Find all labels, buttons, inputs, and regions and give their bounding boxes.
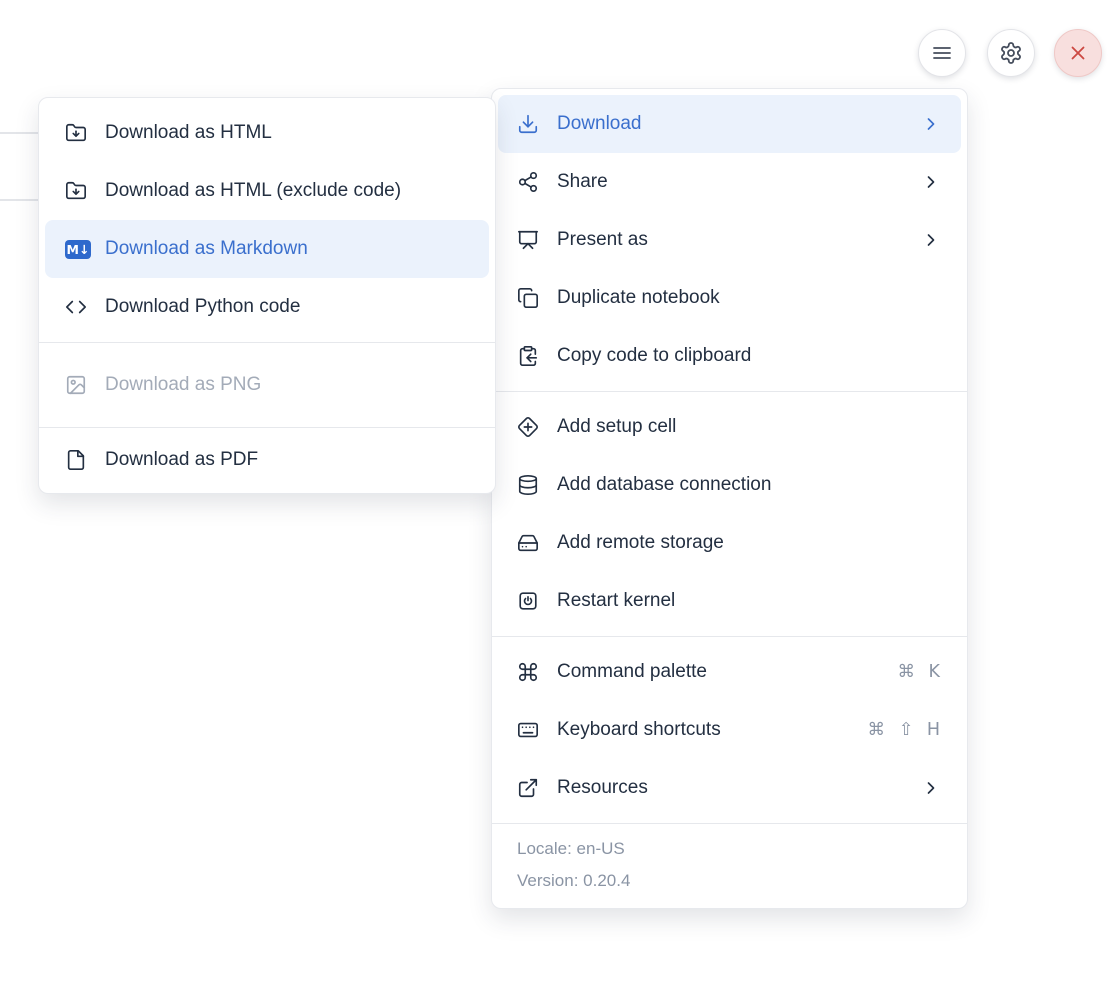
- menu-item-download-as-markdown[interactable]: M↓ Download as Markdown: [45, 220, 489, 278]
- version-text: Version: 0.20.4: [517, 865, 967, 897]
- menu-item-download-python-code[interactable]: Download Python code: [45, 278, 489, 336]
- menu-item-add-setup-cell[interactable]: Add setup cell: [498, 398, 961, 456]
- menu-item-label: Keyboard shortcuts: [557, 719, 721, 741]
- menu-item-download-as-pdf[interactable]: Download as PDF: [45, 431, 489, 489]
- share-icon: [517, 171, 543, 193]
- menu-item-label: Present as: [557, 229, 648, 251]
- notebook-menu-button[interactable]: [918, 29, 966, 77]
- menu-item-label: Download as PNG: [105, 374, 261, 396]
- menu-item-download[interactable]: Download: [498, 95, 961, 153]
- menu-item-resources[interactable]: Resources: [498, 759, 961, 817]
- menu-item-download-as-png: Download as PNG: [45, 356, 489, 414]
- notebook-actions-menu: Download Share: [491, 88, 968, 909]
- menu-item-share[interactable]: Share: [498, 153, 961, 211]
- menu-footer: Locale: en-US Version: 0.20.4: [492, 823, 967, 908]
- presentation-icon: [517, 229, 543, 251]
- folder-down-icon: [65, 122, 91, 144]
- shortcut-hint: ⌘ K: [897, 662, 941, 682]
- menu-item-label: Share: [557, 171, 608, 193]
- menu-item-label: Command palette: [557, 661, 707, 683]
- menu-item-keyboard-shortcuts[interactable]: Keyboard shortcuts ⌘ ⇧ H: [498, 701, 961, 759]
- hard-drive-icon: [517, 532, 543, 554]
- app-background: Download Share: [0, 0, 1118, 984]
- folder-down-icon: [65, 180, 91, 202]
- menu-item-label: Resources: [557, 777, 648, 799]
- clipboard-copy-icon: [517, 345, 543, 367]
- menu-item-label: Download Python code: [105, 296, 300, 318]
- external-link-icon: [517, 777, 543, 799]
- menu-group-help: Command palette ⌘ K Keyboard shortcuts ⌘…: [492, 636, 967, 823]
- keyboard-icon: [517, 719, 543, 741]
- menu-item-label: Duplicate notebook: [557, 287, 720, 309]
- menu-item-label: Download as Markdown: [105, 238, 308, 260]
- close-x-icon: [1067, 42, 1089, 64]
- menu-item-command-palette[interactable]: Command palette ⌘ K: [498, 643, 961, 701]
- markdown-badge-icon: M↓: [65, 240, 91, 259]
- chevron-right-icon: [921, 230, 941, 250]
- copy-icon: [517, 287, 543, 309]
- menu-item-label: Copy code to clipboard: [557, 345, 751, 367]
- chevron-right-icon: [921, 778, 941, 798]
- shutdown-button[interactable]: [1054, 29, 1102, 77]
- menu-item-download-as-html[interactable]: Download as HTML: [45, 104, 489, 162]
- menu-item-label: Add database connection: [557, 474, 771, 496]
- menu-group-share: Download Share: [492, 89, 967, 391]
- gear-icon: [999, 41, 1023, 65]
- image-icon: [65, 374, 91, 396]
- submenu-group-pdf: Download as PDF: [39, 427, 495, 493]
- power-square-icon: [517, 590, 543, 612]
- page-cell-border: [0, 132, 41, 134]
- menu-item-present-as[interactable]: Present as: [498, 211, 961, 269]
- chevron-right-icon: [921, 172, 941, 192]
- menu-item-add-database-connection[interactable]: Add database connection: [498, 456, 961, 514]
- menu-group-notebook: Add setup cell Add database connection: [492, 391, 967, 636]
- menu-item-copy-code[interactable]: Copy code to clipboard: [498, 327, 961, 385]
- submenu-group-png: Download as PNG: [39, 342, 495, 427]
- menu-item-add-remote-storage[interactable]: Add remote storage: [498, 514, 961, 572]
- menu-item-label: Restart kernel: [557, 590, 675, 612]
- database-icon: [517, 474, 543, 496]
- menu-item-label: Add remote storage: [557, 532, 724, 554]
- download-icon: [517, 113, 543, 135]
- menu-item-label: Download as HTML: [105, 122, 272, 144]
- shortcut-hint: ⌘ ⇧ H: [868, 720, 941, 740]
- menu-item-duplicate-notebook[interactable]: Duplicate notebook: [498, 269, 961, 327]
- chevron-right-icon: [921, 114, 941, 134]
- menu-item-label: Add setup cell: [557, 416, 676, 438]
- menu-item-restart-kernel[interactable]: Restart kernel: [498, 572, 961, 630]
- diamond-plus-icon: [517, 416, 543, 438]
- menu-item-label: Download: [557, 113, 642, 135]
- menu-item-download-as-html-exclude-code[interactable]: Download as HTML (exclude code): [45, 162, 489, 220]
- page-cell-border: [0, 199, 41, 201]
- download-submenu: Download as HTML Download as HTML (exclu…: [38, 97, 496, 494]
- menu-item-label: Download as PDF: [105, 449, 258, 471]
- submenu-group-formats: Download as HTML Download as HTML (exclu…: [39, 98, 495, 342]
- command-icon: [517, 661, 543, 683]
- settings-button[interactable]: [987, 29, 1035, 77]
- file-icon: [65, 449, 91, 471]
- code-icon: [65, 296, 91, 318]
- hamburger-menu-icon: [930, 41, 954, 65]
- menu-item-label: Download as HTML (exclude code): [105, 180, 401, 202]
- locale-text: Locale: en-US: [517, 833, 967, 865]
